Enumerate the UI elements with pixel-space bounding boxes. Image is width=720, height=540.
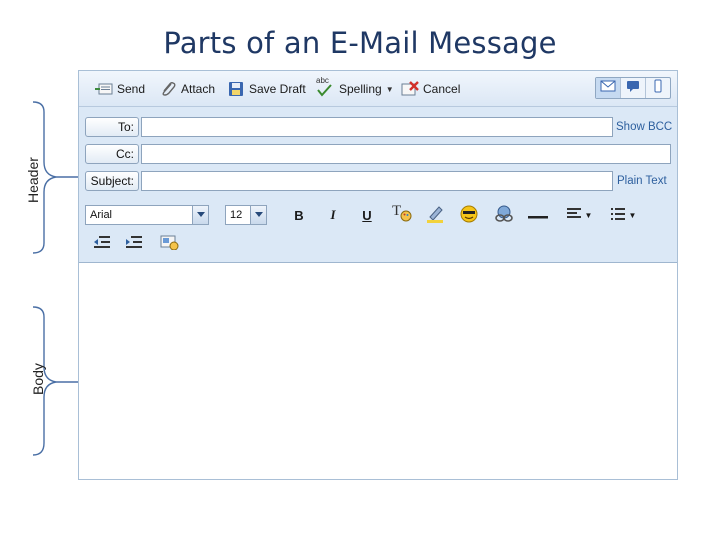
subject-field[interactable] [141,171,613,191]
subject-label: Subject: [85,171,139,191]
emoticon-button[interactable] [459,205,479,225]
chevron-down-icon [250,206,266,224]
stationery-icon [159,234,179,253]
font-style-button[interactable]: T [391,203,413,223]
save-draft-button[interactable]: Save Draft [227,79,306,99]
link-icon [493,205,515,226]
body-brace-label: Body [30,363,46,395]
floppy-disk-icon [227,81,245,97]
bold-button[interactable]: B [291,205,307,225]
decrease-indent-button[interactable] [93,233,111,253]
cc-row: Cc: [85,144,671,164]
bullet-list-icon [610,207,626,224]
message-body[interactable] [79,264,677,479]
underline-label: U [362,207,372,223]
send-label: Send [117,82,146,96]
compose-window: Send Attach Save Draft abc Spelling ▼ Ca… [78,70,678,480]
send-button[interactable]: Send [95,79,145,99]
save-draft-label: Save Draft [249,82,306,96]
horizontal-rule-button[interactable] [527,205,549,225]
stationery-button[interactable] [159,233,179,253]
chevron-down-icon: ▼ [584,210,593,220]
to-button[interactable]: To: [85,117,139,137]
increase-indent-button[interactable] [125,233,143,253]
font-size-value: 12 [230,209,243,221]
spelling-label: Spelling [339,82,382,96]
subject-row: Subject: [85,171,613,191]
bold-label: B [294,207,304,223]
cancel-label: Cancel [423,82,461,96]
slide-title: Parts of an E-Mail Message [163,26,557,60]
highlighter-icon [425,205,445,226]
chevron-down-icon: ▼ [385,84,394,94]
show-bcc-link[interactable]: Show BCC [616,121,672,133]
to-row: To: [85,117,613,137]
compose-toolbar: Send Attach Save Draft abc Spelling ▼ Ca… [79,71,677,107]
cancel-button[interactable]: Cancel [401,79,460,99]
font-select-value: Arial [90,209,113,221]
font-size-select[interactable]: 12 [225,205,267,225]
message-view-button[interactable] [621,78,646,98]
chevron-down-icon [192,206,208,224]
highlight-button[interactable] [425,205,445,225]
indent-icon [125,235,143,252]
outdent-icon [93,235,111,252]
font-select[interactable]: Arial [85,205,209,225]
paperclip-icon [159,81,177,97]
mobile-view-button[interactable] [646,78,670,98]
font-style-icon: T [391,203,413,223]
insert-link-button[interactable] [493,205,515,225]
spell-check-icon: abc [315,76,335,97]
list-button[interactable]: ▼ [607,205,639,225]
to-field[interactable] [141,117,613,137]
send-icon [95,81,113,97]
mail-view-button[interactable] [596,78,621,98]
horizontal-line-icon [527,208,549,223]
message-header: Send Attach Save Draft abc Spelling ▼ Ca… [79,71,677,263]
attach-label: Attach [181,82,216,96]
cc-button[interactable]: Cc: [85,144,139,164]
align-button[interactable]: ▼ [563,205,595,225]
align-icon [566,207,582,224]
chevron-down-icon: ▼ [628,210,637,220]
view-toggle-group [595,77,671,99]
underline-button[interactable]: U [359,205,375,225]
cc-field[interactable] [141,144,671,164]
attach-button[interactable]: Attach [159,79,215,99]
spelling-button[interactable]: abc Spelling ▼ [315,76,394,99]
cancel-icon [401,81,419,97]
speech-bubble-icon [626,79,640,97]
smiley-icon [459,205,479,226]
header-brace-label: Header [25,157,41,203]
plain-text-link[interactable]: Plain Text [617,175,667,187]
envelope-icon [600,79,616,97]
phone-icon [654,79,662,98]
italic-button[interactable]: I [325,205,341,225]
italic-label: I [330,207,336,222]
